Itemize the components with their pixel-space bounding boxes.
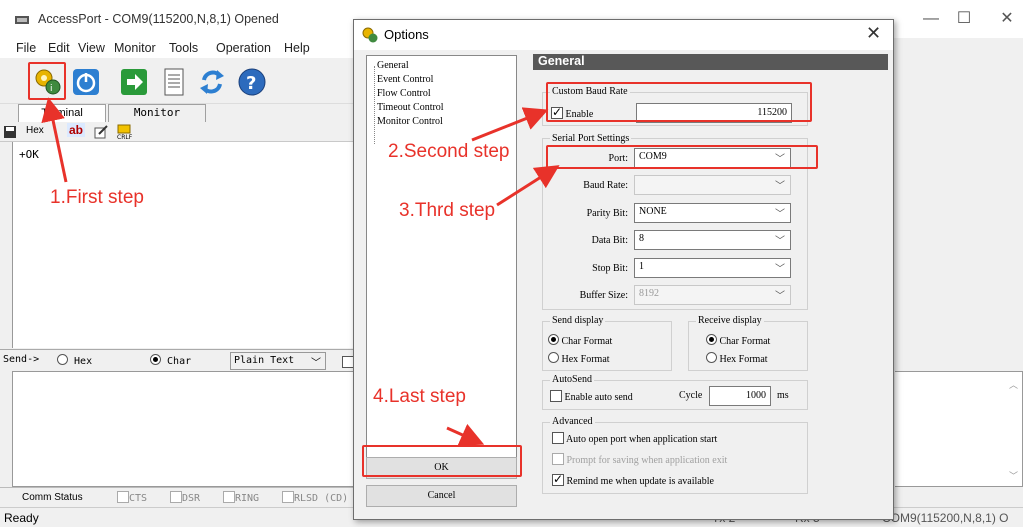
step3-arrow <box>496 165 560 207</box>
step1-arrow <box>41 97 68 183</box>
step4-arrow <box>446 423 485 446</box>
annotation-arrows <box>41 97 560 446</box>
step2-arrow <box>471 107 549 142</box>
